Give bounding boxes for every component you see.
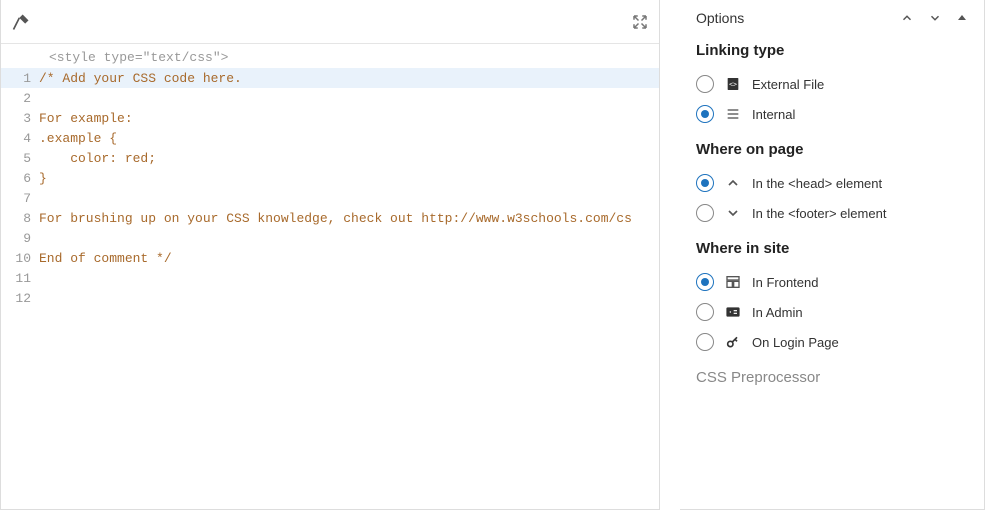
linking-type-section: Linking type <> External File Internal [680, 34, 984, 133]
lines-icon [724, 106, 742, 122]
line-text: End of comment */ [39, 251, 659, 266]
line-number: 8 [1, 211, 39, 226]
id-card-icon [724, 304, 742, 320]
line-number: 9 [1, 231, 39, 246]
section-title: CSS Preprocessor [696, 369, 968, 386]
caret-up-icon[interactable] [956, 11, 968, 25]
where-on-page-section: Where on page In the <head> element In th… [680, 133, 984, 232]
radio-button[interactable] [696, 75, 714, 93]
option-label: In Frontend [752, 275, 819, 290]
code-line[interactable]: 1/* Add your CSS code here. [1, 68, 659, 88]
code-line[interactable]: 3For example: [1, 108, 659, 128]
where-in-site-option[interactable]: On Login Page [696, 327, 968, 357]
line-number: 2 [1, 91, 39, 106]
option-label: In Admin [752, 305, 803, 320]
where-in-site-section: Where in site In Frontend In Admin On Logi… [680, 232, 984, 361]
chevron-down-icon [724, 205, 742, 221]
panel-gap [660, 0, 680, 510]
radio-button[interactable] [696, 105, 714, 123]
line-number: 3 [1, 111, 39, 126]
code-line[interactable]: 12 [1, 288, 659, 308]
where-on-page-option[interactable]: In the <head> element [696, 168, 968, 198]
line-text: For brushing up on your CSS knowledge, c… [39, 211, 659, 226]
option-label: External File [752, 77, 824, 92]
linking-type-option[interactable]: Internal [696, 99, 968, 129]
line-number: 11 [1, 271, 39, 286]
code-line[interactable]: 11 [1, 268, 659, 288]
radio-button[interactable] [696, 333, 714, 351]
section-title: Where on page [696, 141, 968, 158]
options-header: Options [680, 0, 984, 34]
option-label: Internal [752, 107, 795, 122]
line-number: 7 [1, 191, 39, 206]
style-tag-label: <style type="text/css"> [1, 50, 659, 68]
code-line[interactable]: 10End of comment */ [1, 248, 659, 268]
radio-button[interactable] [696, 273, 714, 291]
chevron-up-icon[interactable] [900, 11, 914, 25]
chevron-up-icon [724, 175, 742, 191]
code-line[interactable]: 5 color: red; [1, 148, 659, 168]
editor-toolbar [1, 0, 659, 44]
code-area[interactable]: 1/* Add your CSS code here.23For example… [1, 68, 659, 509]
options-controls [900, 11, 968, 25]
key-icon [724, 334, 742, 350]
line-text: For example: [39, 111, 659, 126]
line-text: color: red; [39, 151, 659, 166]
where-in-site-option[interactable]: In Admin [696, 297, 968, 327]
line-number: 10 [1, 251, 39, 266]
code-line[interactable]: 7 [1, 188, 659, 208]
option-label: In the <head> element [752, 176, 882, 191]
line-number: 1 [1, 71, 39, 86]
option-label: On Login Page [752, 335, 839, 350]
code-line[interactable]: 8For brushing up on your CSS knowledge, … [1, 208, 659, 228]
line-text: } [39, 171, 659, 186]
line-text: /* Add your CSS code here. [39, 71, 659, 86]
beautify-icon[interactable] [11, 12, 31, 32]
code-line[interactable]: 2 [1, 88, 659, 108]
radio-button[interactable] [696, 303, 714, 321]
option-label: In the <footer> element [752, 206, 886, 221]
line-number: 4 [1, 131, 39, 146]
line-number: 12 [1, 291, 39, 306]
css-preprocessor-section: CSS Preprocessor [680, 361, 984, 400]
section-title: Linking type [696, 42, 968, 59]
section-title: Where in site [696, 240, 968, 257]
line-number: 5 [1, 151, 39, 166]
layout-icon [724, 274, 742, 290]
svg-text:<>: <> [729, 81, 737, 89]
radio-button[interactable] [696, 204, 714, 222]
code-line[interactable]: 4.example { [1, 128, 659, 148]
where-on-page-option[interactable]: In the <footer> element [696, 198, 968, 228]
editor-panel: <style type="text/css"> 1/* Add your CSS… [0, 0, 660, 510]
code-line[interactable]: 6} [1, 168, 659, 188]
options-title: Options [696, 10, 744, 26]
line-number: 6 [1, 171, 39, 186]
options-panel: Options Linking type <> External File Inte… [680, 0, 985, 510]
expand-icon[interactable] [631, 13, 649, 31]
code-line[interactable]: 9 [1, 228, 659, 248]
radio-button[interactable] [696, 174, 714, 192]
code-editor[interactable]: <style type="text/css"> 1/* Add your CSS… [1, 44, 659, 509]
chevron-down-icon[interactable] [928, 11, 942, 25]
where-in-site-option[interactable]: In Frontend [696, 267, 968, 297]
line-text: .example { [39, 131, 659, 146]
file-code-icon: <> [724, 76, 742, 92]
linking-type-option[interactable]: <> External File [696, 69, 968, 99]
